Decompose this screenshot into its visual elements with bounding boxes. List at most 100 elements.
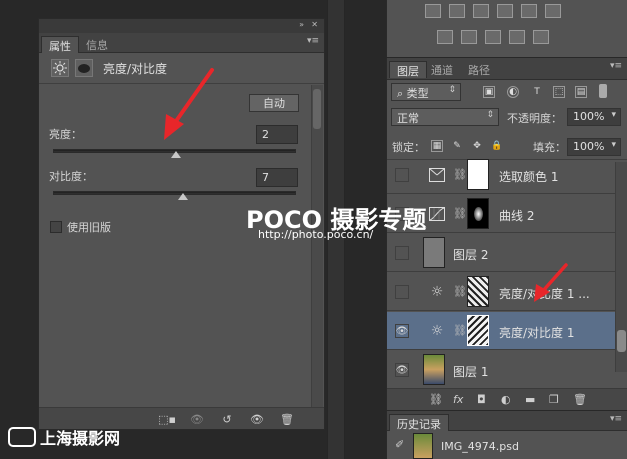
dropdown-icon: ▾: [611, 110, 616, 120]
red-arrow-annotation-2: [534, 263, 568, 302]
history-thumb: [413, 433, 433, 459]
properties-scroll-thumb[interactable]: [313, 89, 321, 129]
contrast-slider-thumb[interactable]: [178, 193, 188, 200]
use-legacy-label: 使用旧版: [67, 221, 111, 234]
filter-toggle[interactable]: [599, 84, 607, 98]
levels-icon[interactable]: [449, 4, 465, 18]
updown-icon: ⇕: [448, 85, 456, 95]
layer-row[interactable]: ☼ ⛓ 亮度/对比度 1 ...: [387, 273, 615, 311]
poco-watermark-url: http://photo.poco.cn/: [258, 228, 374, 241]
tab-paths[interactable]: 路径: [461, 61, 497, 78]
pixel-filter-icon[interactable]: ▣: [483, 86, 495, 98]
selective-color-grid-icon[interactable]: [509, 30, 525, 44]
fill-input[interactable]: 100% ▾: [567, 138, 621, 156]
delete-layer-icon[interactable]: 🗑: [573, 393, 587, 406]
smart-filter-icon[interactable]: ▤: [575, 86, 587, 98]
history-brush-icon[interactable]: ✐: [395, 438, 404, 451]
visibility-toggle[interactable]: [395, 285, 409, 299]
camera-icon: [8, 427, 36, 447]
tab-info[interactable]: 信息: [79, 36, 115, 53]
visibility-toggle[interactable]: 👁: [395, 363, 409, 377]
view-previous-icon[interactable]: 👁: [189, 411, 205, 427]
adjustment-filter-icon[interactable]: ◐: [507, 86, 519, 98]
layer-name: 图层 1: [453, 365, 489, 379]
tab-properties[interactable]: 属性: [41, 36, 79, 53]
brightness-slider-thumb[interactable]: [170, 151, 181, 158]
collapse-icon[interactable]: »: [299, 20, 304, 29]
new-layer-icon[interactable]: ❐: [549, 393, 559, 406]
layer-mask-thumb[interactable]: [467, 315, 489, 346]
color-balance-icon[interactable]: [545, 4, 561, 18]
opacity-input[interactable]: 100% ▾: [567, 108, 621, 126]
updown-icon: ⇕: [486, 110, 494, 120]
shape-filter-icon[interactable]: ⬚: [553, 86, 565, 98]
gradient-map-icon[interactable]: [533, 30, 549, 44]
lock-image-icon[interactable]: ✎: [451, 140, 463, 152]
selective-color-icon: [428, 166, 446, 184]
layer-row[interactable]: 图层 2: [387, 234, 615, 272]
brightness-grid-icon[interactable]: [425, 4, 441, 18]
lock-position-icon[interactable]: ✥: [471, 140, 483, 152]
add-mask-icon[interactable]: ◘: [477, 393, 486, 406]
brightness-label: 亮度：: [49, 128, 82, 141]
curves-grid-icon[interactable]: [473, 4, 489, 18]
type-filter-icon[interactable]: T: [531, 86, 543, 98]
clip-to-layer-icon[interactable]: ⬚▪: [158, 411, 176, 427]
lock-label: 锁定：: [392, 141, 425, 154]
reset-icon[interactable]: ↺: [219, 411, 235, 427]
layer-row[interactable]: ⛓ 选取颜色 1: [387, 156, 615, 194]
contrast-slider-track[interactable]: [53, 191, 296, 195]
new-adjustment-icon[interactable]: ◐: [501, 393, 511, 406]
blend-mode-select[interactable]: 正常 ⇕: [391, 108, 499, 126]
lock-all-icon[interactable]: 🔒: [491, 140, 503, 152]
layer-mask-thumb[interactable]: [467, 276, 489, 307]
blend-row: 正常 ⇕ 不透明度： 100% ▾: [387, 106, 627, 128]
visibility-toggle[interactable]: 👁: [395, 324, 409, 338]
layers-scroll-thumb[interactable]: [617, 330, 626, 352]
contrast-input[interactable]: 7: [256, 168, 298, 187]
link-icon[interactable]: ⛓: [453, 324, 467, 337]
dropdown-icon: ▾: [611, 140, 616, 150]
tab-history[interactable]: 历史记录: [389, 414, 449, 431]
vibrance-icon[interactable]: [521, 4, 537, 18]
visibility-toggle[interactable]: [395, 168, 409, 182]
group-icon[interactable]: ▬: [525, 393, 535, 406]
visibility-icon[interactable]: 👁: [249, 411, 265, 427]
layer-mask-thumb[interactable]: [467, 159, 489, 190]
layer-name: 选取颜色 1: [499, 170, 559, 184]
layers-tab-bar: 图层 通道 路径 ▾≡: [387, 58, 627, 80]
link-icon[interactable]: ⛓: [453, 168, 467, 181]
brightness-input[interactable]: 2: [256, 125, 298, 144]
visibility-toggle[interactable]: [395, 246, 409, 260]
panel-menu-icon[interactable]: ▾≡: [307, 36, 319, 46]
link-icon[interactable]: ⛓: [453, 207, 467, 220]
use-legacy-checkbox[interactable]: [50, 221, 62, 233]
auto-button[interactable]: 自动: [249, 94, 299, 112]
tab-layers[interactable]: 图层: [389, 61, 427, 78]
layer-row-selected[interactable]: 👁 ☼ ⛓ 亮度/对比度 1: [387, 312, 615, 350]
properties-scrollbar[interactable]: [311, 85, 323, 407]
close-icon[interactable]: ✕: [311, 20, 318, 29]
invert-icon[interactable]: [437, 30, 453, 44]
red-arrow-annotation: [164, 68, 214, 140]
posterize-icon[interactable]: [461, 30, 477, 44]
layer-name: 图层 2: [453, 248, 489, 262]
tab-channels[interactable]: 通道: [424, 61, 460, 78]
lock-transparent-icon[interactable]: ▦: [431, 140, 443, 152]
brightness-icon: ☼: [430, 323, 444, 339]
fx-icon[interactable]: fx: [453, 393, 463, 406]
brightness-adjustment-icon: [51, 59, 69, 77]
exposure-icon[interactable]: [497, 4, 513, 18]
history-menu-icon[interactable]: ▾≡: [610, 414, 622, 424]
layer-name: 亮度/对比度 1: [499, 326, 575, 340]
history-item[interactable]: IMG_4974.psd: [441, 440, 519, 453]
trash-icon[interactable]: 🗑: [279, 411, 295, 427]
threshold-icon[interactable]: [485, 30, 501, 44]
layers-menu-icon[interactable]: ▾≡: [610, 61, 622, 71]
filter-kind-select[interactable]: ⌕ 类型 ⇕: [391, 83, 461, 101]
layer-mask-thumb[interactable]: [467, 198, 489, 229]
link-layers-icon[interactable]: ⛓: [429, 393, 443, 406]
link-icon[interactable]: ⛓: [453, 285, 467, 298]
layer-mask-icon[interactable]: [75, 59, 93, 77]
layer-row[interactable]: 👁 图层 1: [387, 351, 615, 389]
